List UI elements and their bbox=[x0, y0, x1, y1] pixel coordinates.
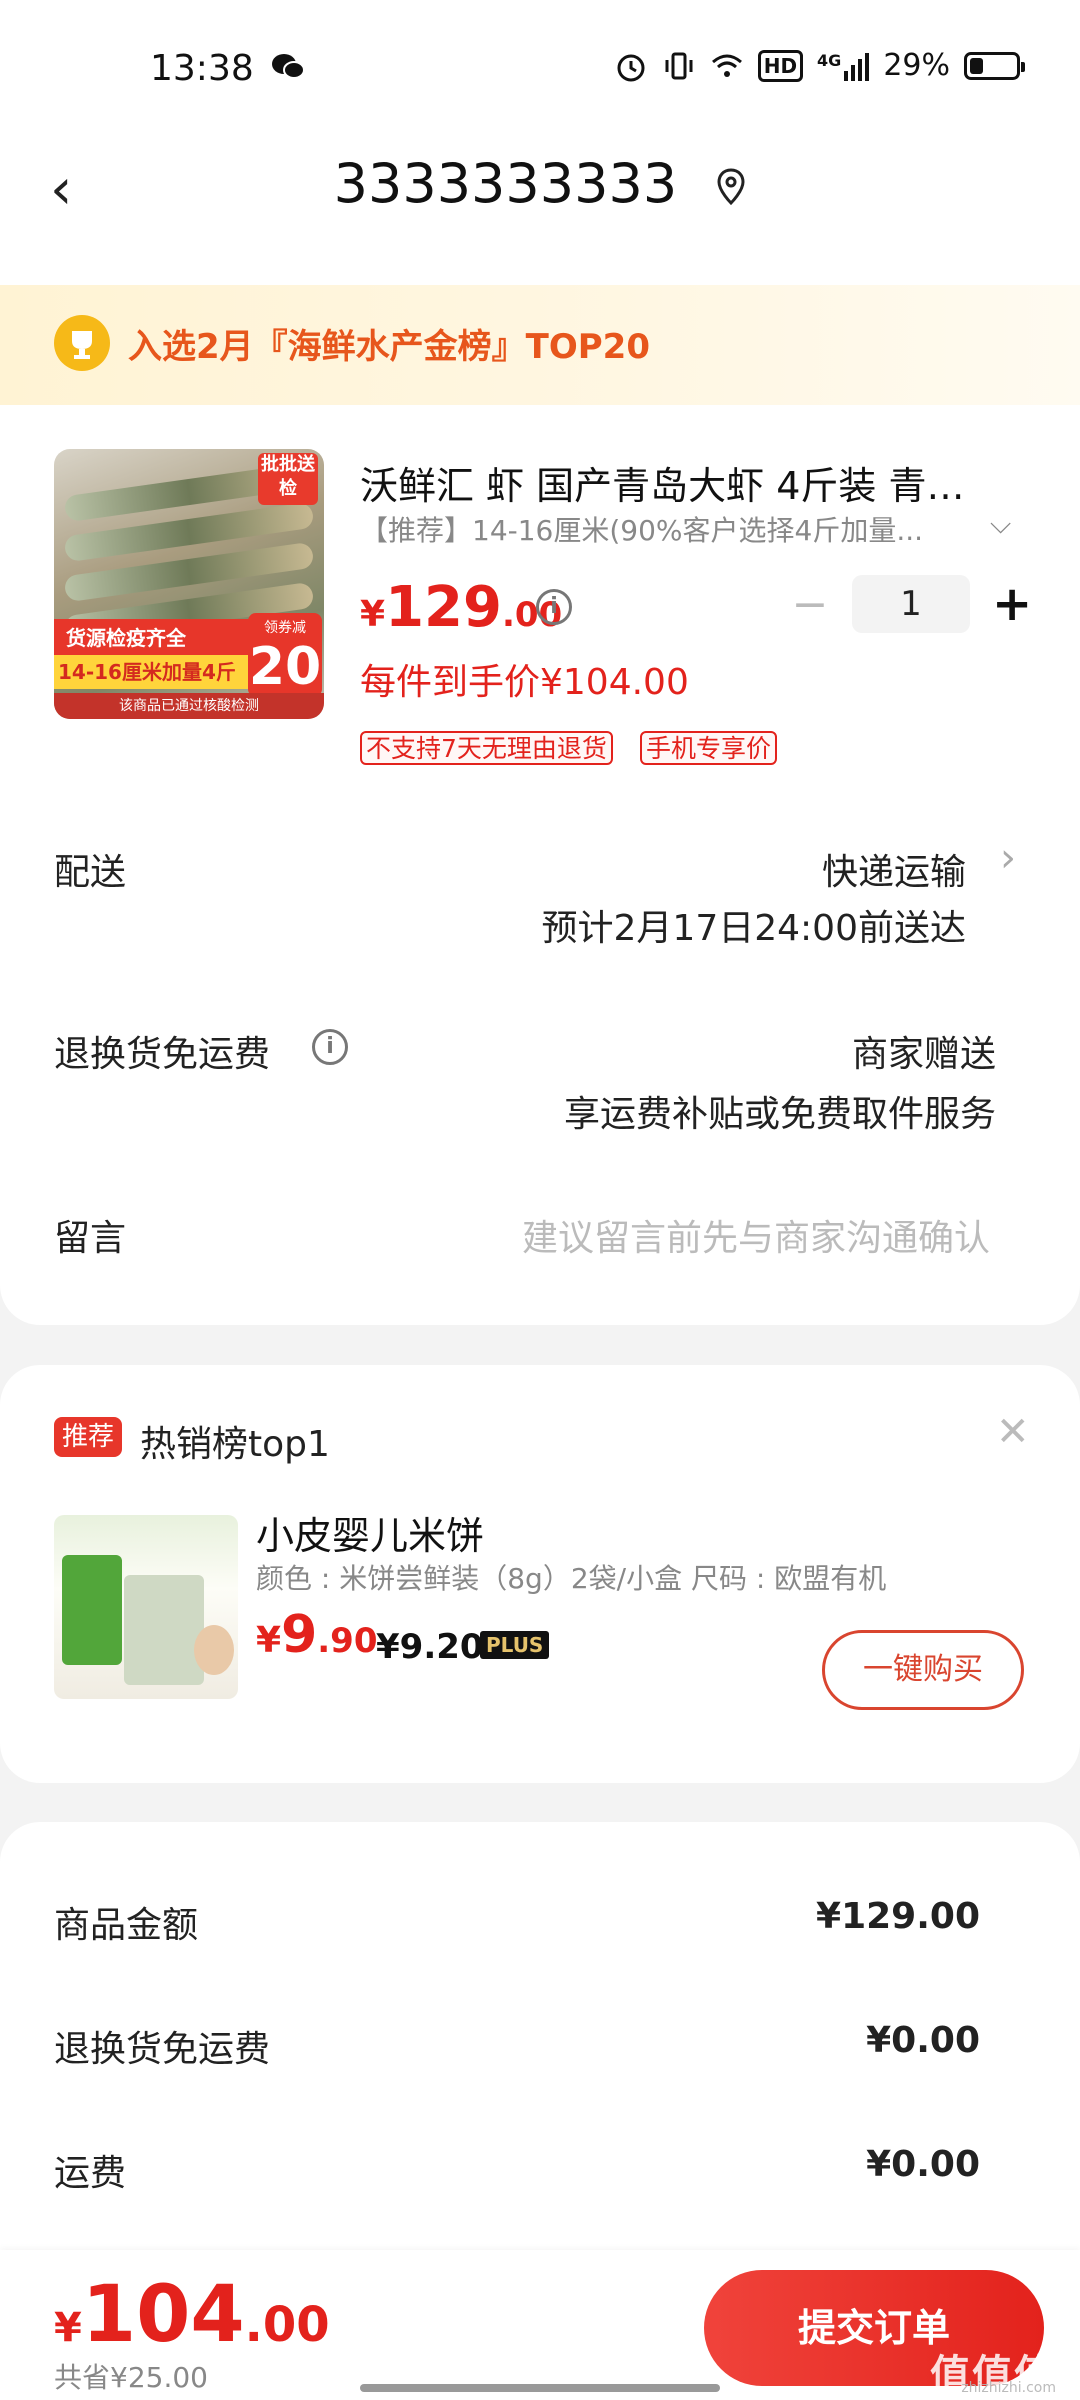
coupon-big-text: 20 bbox=[248, 637, 322, 697]
coupon-small-text: 领券减 bbox=[264, 620, 306, 636]
return-shipping-value: 商家赠送 bbox=[851, 1034, 996, 1075]
chevron-down-icon[interactable]: ⌵ bbox=[990, 507, 1011, 541]
total-integer: 104 bbox=[81, 2270, 245, 2360]
summary-value-shipping: ¥0.00 bbox=[866, 2144, 980, 2185]
quantity-value[interactable]: 1 bbox=[852, 575, 970, 633]
wifi-icon bbox=[711, 54, 742, 77]
recommend-badge: 推荐 bbox=[54, 1417, 123, 1457]
delivery-label: 配送 bbox=[54, 852, 127, 893]
total-decimal: .00 bbox=[244, 2297, 330, 2353]
watermark-url: zhizhizhi.com bbox=[961, 2380, 1056, 2396]
hd-icon: HD bbox=[757, 49, 804, 82]
image-footer: 该商品已通过核酸检测 bbox=[54, 693, 324, 719]
product-image[interactable]: 批批送检 货源检疫齐全 14-16厘米加量4斤 领券减 20 该商品已通过核酸检… bbox=[54, 449, 324, 719]
tag-mobile-price: 手机专享价 bbox=[640, 731, 778, 765]
recommend-price-symbol: ¥ bbox=[256, 1620, 282, 1661]
summary-value-goods: ¥129.00 bbox=[816, 1896, 980, 1937]
return-info-icon[interactable]: i bbox=[312, 1029, 348, 1065]
message-label: 留言 bbox=[54, 1218, 127, 1259]
price-symbol: ¥ bbox=[360, 594, 386, 635]
signal-icon: 4G bbox=[817, 50, 870, 81]
price-info-icon[interactable]: i bbox=[536, 589, 572, 625]
address-selector[interactable]: 3333333333 bbox=[0, 152, 1080, 215]
total-symbol: ¥ bbox=[54, 2305, 82, 2351]
plus-price: ¥9.20 bbox=[376, 1627, 484, 1667]
location-pin-icon bbox=[717, 168, 745, 206]
increase-button[interactable]: + bbox=[992, 576, 1032, 632]
header: ‹ 3333333333 bbox=[0, 130, 1080, 285]
summary-value-return: ¥0.00 bbox=[866, 2020, 980, 2061]
tag-no-return: 不支持7天无理由退货 bbox=[360, 731, 613, 765]
image-yellow-label: 14-16厘米加量4斤 bbox=[54, 655, 254, 689]
checkout-bar: ¥104.00 共省¥25.00 提交订单 bbox=[0, 2250, 1080, 2400]
battery-percent: 29% bbox=[883, 48, 950, 83]
return-shipping-label: 退换货免运费 bbox=[54, 1034, 271, 1075]
recommend-price-decimal: .90 bbox=[317, 1621, 378, 1661]
wechat-icon bbox=[272, 54, 305, 79]
network-type: 4G bbox=[817, 50, 842, 70]
image-corner-badge: 批批送检 bbox=[258, 453, 318, 505]
decrease-button[interactable]: − bbox=[790, 579, 830, 630]
quantity-stepper: − 1 + bbox=[790, 575, 1032, 633]
plus-badge: PLUS bbox=[480, 1631, 550, 1659]
return-shipping-desc: 享运费补贴或免费取件服务 bbox=[563, 1094, 996, 1135]
rank-banner[interactable]: 入选2月『海鲜水产金榜』TOP20 bbox=[0, 285, 1080, 405]
summary-label-goods: 商品金额 bbox=[54, 1905, 199, 1946]
vibrate-icon bbox=[665, 52, 693, 79]
recommend-card: 推荐 热销榜top1 ✕ 小皮婴儿米饼 颜色 : 米饼尝鲜装（8g）2袋/小盒 … bbox=[0, 1365, 1080, 1783]
message-input[interactable]: 建议留言前先与商家沟通确认 bbox=[522, 1209, 990, 1261]
recommend-spec: 颜色 : 米饼尝鲜装（8g）2袋/小盒 尺码 : 欧盟有机 bbox=[256, 1562, 887, 1595]
battery-icon bbox=[964, 51, 1025, 80]
product-price: ¥129.00 bbox=[360, 575, 562, 640]
summary-label-return: 退换货免运费 bbox=[54, 2029, 271, 2070]
per-item-price: 每件到手价¥104.00 bbox=[360, 662, 689, 703]
summary-label-shipping: 运费 bbox=[54, 2153, 127, 2194]
order-item-card: 批批送检 货源检疫齐全 14-16厘米加量4斤 领券减 20 该商品已通过核酸检… bbox=[0, 405, 1080, 1325]
recommend-price-integer: 9 bbox=[281, 1605, 318, 1665]
chevron-right-icon: › bbox=[1000, 835, 1016, 881]
delivery-method: 快递运输 bbox=[821, 852, 966, 893]
recommend-name[interactable]: 小皮婴儿米饼 bbox=[256, 1505, 484, 1560]
recommend-image[interactable] bbox=[54, 1515, 238, 1699]
recommend-title: 热销榜top1 bbox=[140, 1424, 330, 1465]
status-bar: 13:38 HD 4G 29% bbox=[0, 0, 1080, 130]
product-title[interactable]: 沃鲜汇 虾 国产青岛大虾 4斤装 青虾... bbox=[360, 455, 1000, 510]
price-integer: 129 bbox=[385, 575, 502, 640]
address-text: 3333333333 bbox=[333, 152, 678, 215]
saved-amount: 共省¥25.00 bbox=[54, 2361, 208, 2394]
home-indicator[interactable] bbox=[360, 2384, 720, 2392]
banner-text: 入选2月『海鲜水产金榜』TOP20 bbox=[128, 327, 650, 367]
status-icons: HD 4G 29% bbox=[614, 48, 1025, 83]
image-coupon-badge: 领券减 20 bbox=[248, 613, 322, 697]
trophy-icon bbox=[54, 315, 110, 371]
delivery-eta: 预计2月17日24:00前送达 bbox=[541, 908, 966, 949]
total-price: ¥104.00 bbox=[54, 2270, 330, 2360]
status-time: 13:38 bbox=[150, 48, 254, 89]
close-icon[interactable]: ✕ bbox=[996, 1409, 1030, 1455]
recommend-price: ¥9.90 bbox=[256, 1605, 377, 1665]
one-click-buy-button[interactable]: 一键购买 bbox=[822, 1630, 1024, 1710]
alarm-icon bbox=[617, 54, 645, 81]
product-spec[interactable]: 【推荐】14-16厘米(90%客户选择4斤加量... bbox=[360, 509, 940, 549]
